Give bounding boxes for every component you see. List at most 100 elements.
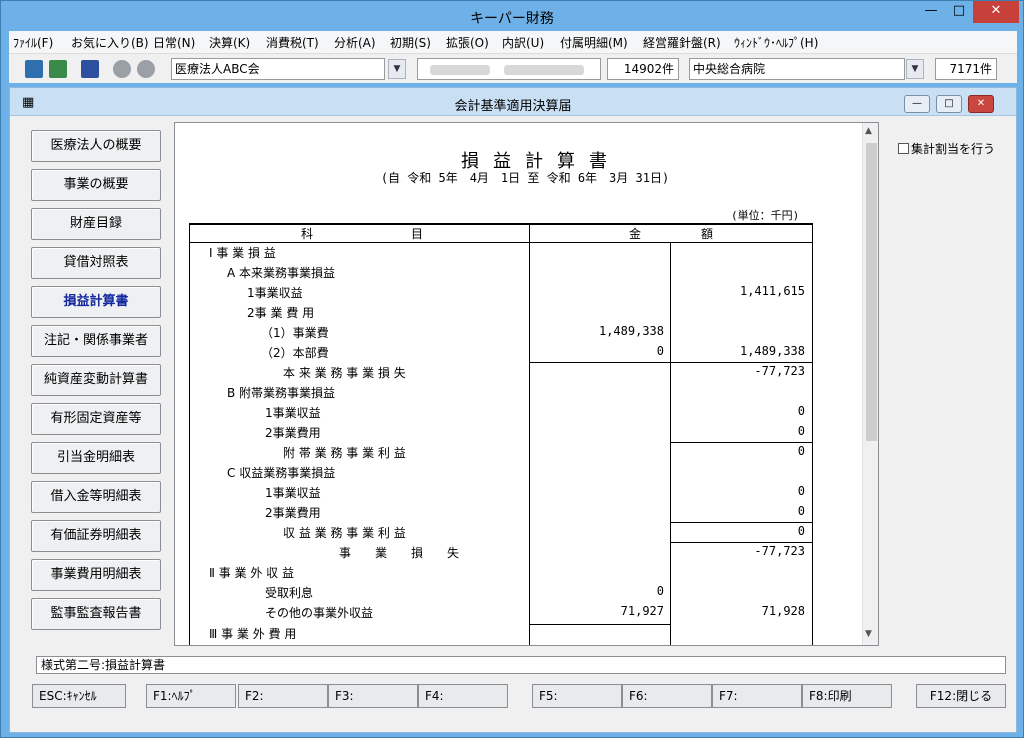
menu-compass[interactable]: 経営羅針盤(R) — [643, 34, 721, 51]
maximize-button[interactable]: □ — [945, 1, 973, 23]
sidebar-item-fixed-assets[interactable]: 有形固定資産等 — [31, 403, 161, 435]
row-label: （1）事業費 — [261, 326, 329, 340]
menu-extension[interactable]: 拡張(O) — [446, 34, 489, 51]
row-label: 1事業収益 — [265, 486, 321, 500]
sidebar: 医療法人の概要 事業の概要 財産目録 貸借対照表 損益計算書 注記・関係事業者 … — [22, 122, 164, 646]
row-label: Ⅱ 事 業 外 収 益 — [209, 566, 294, 580]
menu-daily[interactable]: 日常(N) — [153, 34, 195, 51]
close-button[interactable]: ✕ — [973, 1, 1019, 23]
corporation-dropdown-icon[interactable]: ▼ — [388, 59, 406, 79]
row-label: Ⅰ 事 業 損 益 — [209, 246, 276, 260]
checkbox-label: 集計割当を行う — [911, 142, 996, 156]
search-icon[interactable] — [113, 60, 131, 78]
hospital-dropdown-icon[interactable]: ▼ — [906, 59, 924, 79]
unit-label: (単位：千円) — [731, 209, 800, 222]
sidebar-item-loans[interactable]: 借入金等明細表 — [31, 481, 161, 513]
row-right-value: 0 — [797, 404, 805, 418]
sidebar-item-securities[interactable]: 有価証券明細表 — [31, 520, 161, 552]
app-window: キーパー財務 — □ ✕ ﾌｧｲﾙ(F) お気に入り(B) 日常(N) 決算(K… — [0, 0, 1024, 738]
f1-help-button[interactable]: F1:ﾍﾙﾌﾟ — [146, 684, 236, 708]
header-subject-1: 科 — [301, 227, 314, 241]
monitor-icon[interactable] — [81, 60, 99, 78]
menu-breakdown[interactable]: 内訳(U) — [502, 34, 544, 51]
document-scrollbar[interactable]: ▲ ▼ — [862, 123, 878, 645]
row-label: その他の事業外収益 — [265, 606, 374, 620]
save-icon[interactable] — [25, 60, 43, 78]
row-label: C 収益業務事業損益 — [227, 466, 336, 480]
sidebar-item-business-overview[interactable]: 事業の概要 — [31, 169, 161, 201]
checkbox-icon[interactable] — [898, 143, 909, 154]
record-count-1: 14902件 — [607, 58, 679, 80]
menu-favorites[interactable]: お気に入り(B) — [71, 34, 149, 51]
child-minimize-button[interactable]: — — [904, 95, 930, 113]
esc-cancel-button[interactable]: ESC:ｷｬﾝｾﾙ — [32, 684, 126, 708]
f6-button[interactable]: F6: — [622, 684, 712, 708]
f12-close-button[interactable]: F12:閉じる — [916, 684, 1006, 708]
row-right-value: -77,723 — [754, 364, 805, 378]
row-right-value: 1,411,615 — [739, 284, 805, 298]
row-label: Ⅲ 事 業 外 費 用 — [209, 627, 297, 641]
sidebar-item-balance-sheet[interactable]: 貸借対照表 — [31, 247, 161, 279]
f2-button[interactable]: F2: — [238, 684, 328, 708]
form-status-field: 様式第二号:損益計算書 — [36, 656, 1006, 674]
menu-consumption-tax[interactable]: 消費税(T) — [266, 34, 319, 51]
row-label: 2事 業 費 用 — [247, 306, 315, 320]
row-right-value: 0 — [797, 444, 805, 458]
menu-analysis[interactable]: 分析(A) — [334, 34, 376, 51]
menu-attached-details[interactable]: 付属明細(M) — [560, 34, 628, 51]
sidebar-item-notes[interactable]: 注記・関係事業者 — [31, 325, 161, 357]
sidebar-item-property-list[interactable]: 財産目録 — [31, 208, 161, 240]
row-label: A 本来業務事業損益 — [227, 266, 336, 280]
menu-file[interactable]: ﾌｧｲﾙ(F) — [13, 34, 53, 51]
search-next-icon[interactable] — [137, 60, 155, 78]
corporation-select[interactable]: 医療法人ABC会 — [171, 58, 385, 80]
row-label: 受取利息 — [265, 586, 314, 600]
sidebar-item-corporation-overview[interactable]: 医療法人の概要 — [31, 130, 161, 162]
row-mid-value: 0 — [656, 344, 664, 358]
scroll-down-icon[interactable]: ▼ — [865, 629, 872, 639]
sidebar-item-income-statement[interactable]: 損益計算書 — [31, 286, 161, 318]
header-amount-1: 金 — [629, 227, 642, 241]
redacted-field — [417, 58, 601, 80]
app-title: キーパー財務 — [470, 11, 554, 27]
hospital-select[interactable]: 中央総合病院 — [689, 58, 905, 80]
f7-button[interactable]: F7: — [712, 684, 802, 708]
row-label: 1事業収益 — [265, 406, 321, 420]
row-right-value: 0 — [797, 504, 805, 518]
child-window: ▦ 会計基準適用決算届 — □ ✕ 医療法人の概要 事業の概要 財産目録 貸借対… — [9, 87, 1017, 733]
sidebar-item-allowance[interactable]: 引当金明細表 — [31, 442, 161, 474]
row-label: （2）本部費 — [261, 346, 329, 360]
right-panel: 集計割当を行う — [886, 122, 1010, 646]
f4-button[interactable]: F4: — [418, 684, 508, 708]
title-bar[interactable]: キーパー財務 — □ ✕ — [1, 1, 1023, 31]
sidebar-item-expenses[interactable]: 事業費用明細表 — [31, 559, 161, 591]
row-right-value: 71,928 — [761, 604, 805, 618]
f8-print-button[interactable]: F8:印刷 — [802, 684, 892, 708]
scroll-thumb[interactable] — [866, 143, 877, 441]
open-icon[interactable] — [49, 60, 67, 78]
income-statement-table: 科 目 金 額 Ⅰ 事 業 損 益 A 本来業務事業損益 1事業収益 1,411… — [189, 223, 813, 645]
document-view[interactable]: 損益計算書 (自 令和 5年 4月 1日 至 令和 6年 3月 31日) (単位… — [174, 122, 879, 646]
scroll-up-icon[interactable]: ▲ — [865, 126, 872, 136]
row-right-value: 0 — [797, 424, 805, 438]
row-right-value: -77,723 — [754, 544, 805, 558]
sidebar-item-net-assets[interactable]: 純資産変動計算書 — [31, 364, 161, 396]
record-count-2: 7171件 — [935, 58, 997, 80]
aggregate-allocation-checkbox[interactable]: 集計割当を行う — [898, 140, 995, 157]
f3-button[interactable]: F3: — [328, 684, 418, 708]
menu-initial[interactable]: 初期(S) — [390, 34, 431, 51]
child-close-button[interactable]: ✕ — [968, 95, 994, 113]
child-title-bar[interactable]: ▦ 会計基準適用決算届 — □ ✕ — [10, 88, 1016, 116]
sidebar-item-audit-report[interactable]: 監事監査報告書 — [31, 598, 161, 630]
child-restore-button[interactable]: □ — [936, 95, 962, 113]
row-mid-value: 1,489,338 — [598, 324, 664, 338]
minimize-button[interactable]: — — [917, 1, 945, 23]
row-mid-value: 0 — [656, 584, 664, 598]
row-label: 事 業 損 失 — [339, 546, 460, 560]
menu-settlement[interactable]: 決算(K) — [209, 34, 250, 51]
menu-window-help[interactable]: ｳｨﾝﾄﾞｳ･ﾍﾙﾌﾟ(H) — [734, 34, 818, 51]
row-label: 1事業収益 — [247, 286, 303, 300]
menu-bar: ﾌｧｲﾙ(F) お気に入り(B) 日常(N) 決算(K) 消費税(T) 分析(A… — [9, 31, 1017, 53]
row-right-value: 0 — [797, 484, 805, 498]
f5-button[interactable]: F5: — [532, 684, 622, 708]
